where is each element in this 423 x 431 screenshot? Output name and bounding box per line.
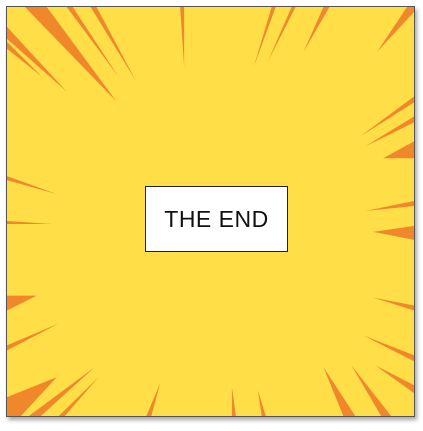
speed-ray xyxy=(180,7,185,67)
speed-ray xyxy=(146,383,161,416)
speed-ray xyxy=(7,323,59,351)
speed-ray xyxy=(383,141,414,159)
speed-ray xyxy=(7,176,57,195)
speed-ray xyxy=(373,297,414,311)
speed-ray xyxy=(90,7,137,82)
speed-ray xyxy=(363,335,414,362)
speed-ray xyxy=(303,7,330,52)
speed-ray xyxy=(373,225,414,240)
speed-ray xyxy=(253,7,276,67)
speed-ray xyxy=(375,365,414,394)
speed-ray xyxy=(360,96,414,137)
comic-panel: THE END xyxy=(6,6,415,417)
speed-ray xyxy=(231,387,236,416)
speed-ray xyxy=(58,377,99,416)
speed-ray xyxy=(7,295,37,311)
speed-ray xyxy=(365,116,414,147)
speed-ray xyxy=(257,390,266,416)
speed-ray xyxy=(66,7,119,77)
speed-ray xyxy=(377,7,414,52)
comic-canvas: THE END xyxy=(0,0,423,431)
speed-ray xyxy=(323,367,356,416)
caption-box: THE END xyxy=(145,186,288,252)
caption-text: THE END xyxy=(164,205,269,232)
speed-ray xyxy=(365,201,414,212)
speed-ray xyxy=(7,377,57,416)
speed-ray xyxy=(351,365,392,416)
speed-ray xyxy=(7,220,52,224)
